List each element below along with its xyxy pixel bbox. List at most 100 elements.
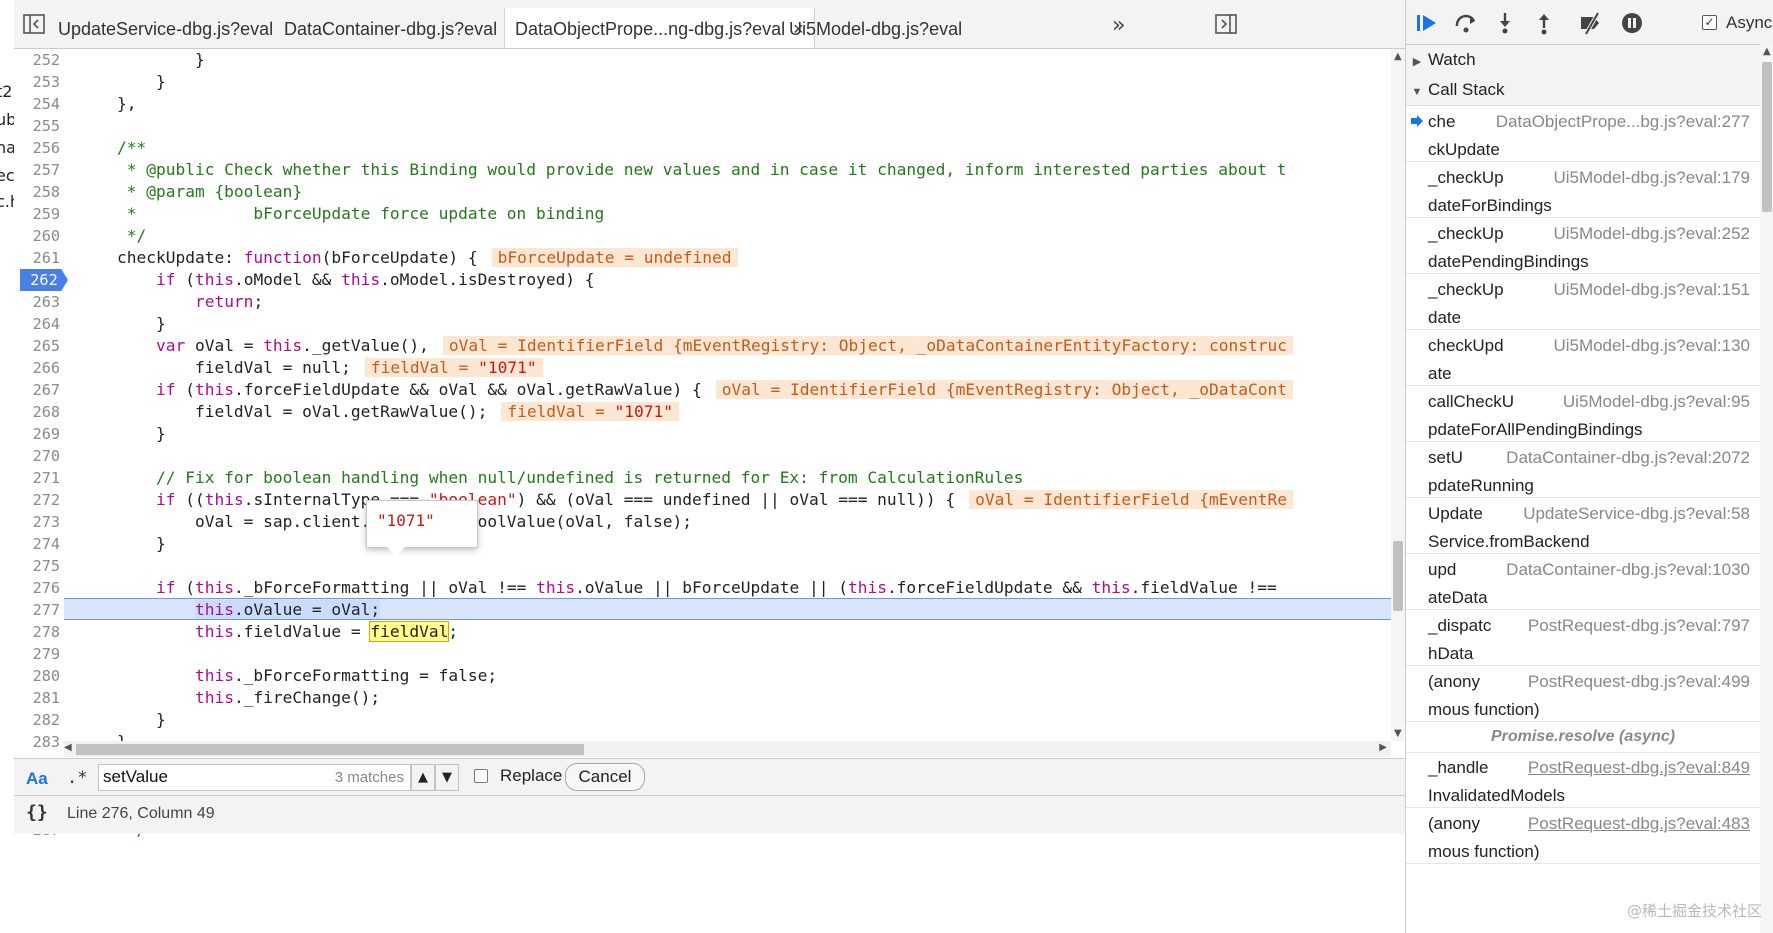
call-frame[interactable]: _checkUp Ui5Model-dbg.js?eval:252 datePend… bbox=[1406, 218, 1760, 274]
line-number[interactable]: 263 bbox=[14, 291, 60, 313]
code-line[interactable] bbox=[78, 555, 1391, 577]
line-number[interactable]: 261 bbox=[14, 247, 60, 269]
scroll-up-icon[interactable]: ▲ bbox=[1394, 51, 1402, 62]
line-number[interactable]: 265 bbox=[14, 335, 60, 357]
scroll-up-icon[interactable]: ▲ bbox=[1763, 46, 1771, 57]
line-number[interactable]: 264 bbox=[14, 313, 60, 335]
call-frame[interactable]: Update UpdateService-dbg.js?eval:58 Servic… bbox=[1406, 498, 1760, 554]
scroll-left-icon[interactable]: ◀ bbox=[64, 742, 72, 753]
line-number[interactable]: 259 bbox=[14, 203, 60, 225]
search-field[interactable]: 3 matches bbox=[98, 764, 411, 791]
hovered-token[interactable]: fieldVal bbox=[369, 621, 450, 642]
frame-location[interactable]: DataContainer-dbg.js?eval:2072 bbox=[1506, 448, 1750, 468]
line-number[interactable]: 253 bbox=[14, 71, 60, 93]
regex-button[interactable]: .* bbox=[67, 768, 87, 788]
next-match-button[interactable]: ▼ bbox=[435, 764, 459, 791]
deactivate-breakpoints-icon[interactable] bbox=[1578, 10, 1604, 36]
line-number[interactable]: 260 bbox=[14, 225, 60, 247]
line-number-gutter[interactable]: 252 253 254 255 256 257 258 259 260 261 262 263 264 2… bbox=[14, 49, 68, 839]
editor-vertical-scrollbar[interactable]: ▲ ▼ bbox=[1391, 49, 1405, 741]
line-number[interactable]: 254 bbox=[14, 93, 60, 115]
call-frame[interactable]: _checkUp Ui5Model-dbg.js?eval:179 dateForB… bbox=[1406, 162, 1760, 218]
step-over-icon[interactable] bbox=[1453, 10, 1479, 36]
line-number[interactable]: 273 bbox=[14, 511, 60, 533]
code-line[interactable]: } bbox=[78, 313, 1391, 335]
line-number[interactable]: 280 bbox=[14, 665, 60, 687]
scroll-right-icon[interactable]: ▶ bbox=[1379, 742, 1387, 753]
code-line[interactable]: return; bbox=[78, 291, 1391, 313]
pause-on-exceptions-icon[interactable] bbox=[1619, 10, 1645, 36]
previous-match-button[interactable]: ▲ bbox=[411, 764, 435, 791]
line-number[interactable]: 282 bbox=[14, 709, 60, 731]
code-line[interactable]: checkUpdate: function(bForceUpdate) {bFo… bbox=[78, 247, 1391, 269]
code-line[interactable]: */ bbox=[78, 225, 1391, 247]
call-stack-section-header[interactable]: ▼ Call Stack bbox=[1406, 75, 1760, 106]
pretty-print-button[interactable]: {} bbox=[26, 802, 48, 823]
sidebar-scrollbar[interactable]: ▲ bbox=[1760, 44, 1773, 933]
line-number[interactable]: 276 bbox=[14, 577, 60, 599]
match-case-button[interactable]: Aa bbox=[26, 769, 48, 789]
line-number[interactable]: 279 bbox=[14, 643, 60, 665]
code-line[interactable]: fieldVal = oVal.getRawValue(); fieldVal =… bbox=[78, 401, 1391, 423]
code-line[interactable]: } bbox=[78, 71, 1391, 93]
line-number[interactable]: 272 bbox=[14, 489, 60, 511]
code-line[interactable]: if (this.forceFieldUpdate && oVal && oVa… bbox=[78, 379, 1391, 401]
step-into-icon[interactable] bbox=[1492, 10, 1518, 36]
more-tabs-icon[interactable]: » bbox=[1112, 13, 1125, 38]
breakpoint-marker[interactable]: 262 bbox=[20, 269, 68, 291]
line-number[interactable]: 255 bbox=[14, 115, 60, 137]
scroll-thumb[interactable] bbox=[1762, 62, 1772, 212]
code-line[interactable]: } bbox=[78, 709, 1391, 731]
line-number[interactable]: 277 bbox=[14, 599, 60, 621]
frame-location[interactable]: PostRequest-dbg.js?eval:849 bbox=[1528, 758, 1750, 778]
code-line[interactable]: if ((this.sInternalType === "boolean") &… bbox=[78, 489, 1391, 511]
line-number[interactable]: 257 bbox=[14, 159, 60, 181]
watch-section-header[interactable]: ▶ Watch bbox=[1406, 45, 1760, 76]
tab-dataobjectproperty[interactable]: DataObjectPrope...ng-dbg.js?eval × bbox=[504, 8, 815, 48]
call-frame[interactable]: setU DataContainer-dbg.js?eval:2072 pdateR… bbox=[1406, 442, 1760, 498]
code-line[interactable]: if (this.oModel && this.oModel.isDestroy… bbox=[78, 269, 1391, 291]
code-line[interactable]: fieldVal = null; fieldVal = "1071" bbox=[78, 357, 1391, 379]
execution-line[interactable]: this.oValue = oVal; bbox=[64, 598, 1391, 620]
editor-horizontal-scrollbar[interactable]: ◀ ▶ bbox=[64, 741, 1391, 757]
line-number[interactable]: 271 bbox=[14, 467, 60, 489]
frame-location[interactable]: UpdateService-dbg.js?eval:58 bbox=[1523, 504, 1750, 524]
call-frame[interactable]: _handle PostRequest-dbg.js?eval:849 Invali… bbox=[1406, 752, 1760, 808]
code-line[interactable]: this._fireChange(); bbox=[78, 687, 1391, 709]
step-out-icon[interactable] bbox=[1531, 10, 1557, 36]
code-line[interactable]: } bbox=[78, 533, 1391, 555]
frame-location[interactable]: Ui5Model-dbg.js?eval:151 bbox=[1553, 280, 1750, 300]
code-line[interactable]: this._bForceFormatting = false; bbox=[78, 665, 1391, 687]
toggle-navigator-icon[interactable] bbox=[22, 12, 46, 36]
frame-location[interactable]: PostRequest-dbg.js?eval:483 bbox=[1528, 814, 1750, 834]
line-number[interactable]: 275 bbox=[14, 555, 60, 577]
frame-location[interactable]: PostRequest-dbg.js?eval:797 bbox=[1528, 616, 1750, 636]
search-input[interactable] bbox=[103, 767, 313, 787]
code-line[interactable]: }, bbox=[78, 93, 1391, 115]
tab-updateservice[interactable]: UpdateService-dbg.js?eval bbox=[48, 8, 283, 48]
async-checkbox[interactable]: ✓ bbox=[1702, 15, 1717, 30]
scroll-thumb[interactable] bbox=[76, 744, 584, 755]
frame-location[interactable]: DataContainer-dbg.js?eval:1030 bbox=[1506, 560, 1750, 580]
line-number[interactable]: 278 bbox=[14, 621, 60, 643]
frame-location[interactable]: Ui5Model-dbg.js?eval:130 bbox=[1553, 336, 1750, 356]
line-number[interactable]: 266 bbox=[14, 357, 60, 379]
frame-location[interactable]: Ui5Model-dbg.js?eval:252 bbox=[1553, 224, 1750, 244]
code-line[interactable]: oVal = sap.client.util.Util.boolValue(oV… bbox=[78, 511, 1391, 533]
call-frame[interactable]: _checkUp Ui5Model-dbg.js?eval:151 date bbox=[1406, 274, 1760, 330]
line-number[interactable]: 274 bbox=[14, 533, 60, 555]
replace-checkbox[interactable] bbox=[474, 769, 488, 783]
code-line[interactable]: // Fix for boolean handling when null/un… bbox=[78, 467, 1391, 489]
tab-datacontainer[interactable]: DataContainer-dbg.js?eval bbox=[274, 8, 507, 48]
code-line[interactable]: var oVal = this._getValue(), oVal = Ident… bbox=[78, 335, 1391, 357]
line-number[interactable]: 281 bbox=[14, 687, 60, 709]
code-line[interactable]: * @public Check whether this Binding wou… bbox=[78, 159, 1391, 181]
call-frame[interactable]: _dispatc PostRequest-dbg.js?eval:797 hData bbox=[1406, 610, 1760, 666]
code-line[interactable] bbox=[78, 115, 1391, 137]
code-line[interactable]: } bbox=[78, 49, 1391, 71]
code-line[interactable]: /** bbox=[78, 137, 1391, 159]
call-frame[interactable]: upd DataContainer-dbg.js?eval:1030 ateData bbox=[1406, 554, 1760, 610]
toggle-debugger-icon[interactable] bbox=[1214, 12, 1238, 36]
scroll-thumb[interactable] bbox=[1393, 541, 1403, 611]
line-number[interactable]: 268 bbox=[14, 401, 60, 423]
